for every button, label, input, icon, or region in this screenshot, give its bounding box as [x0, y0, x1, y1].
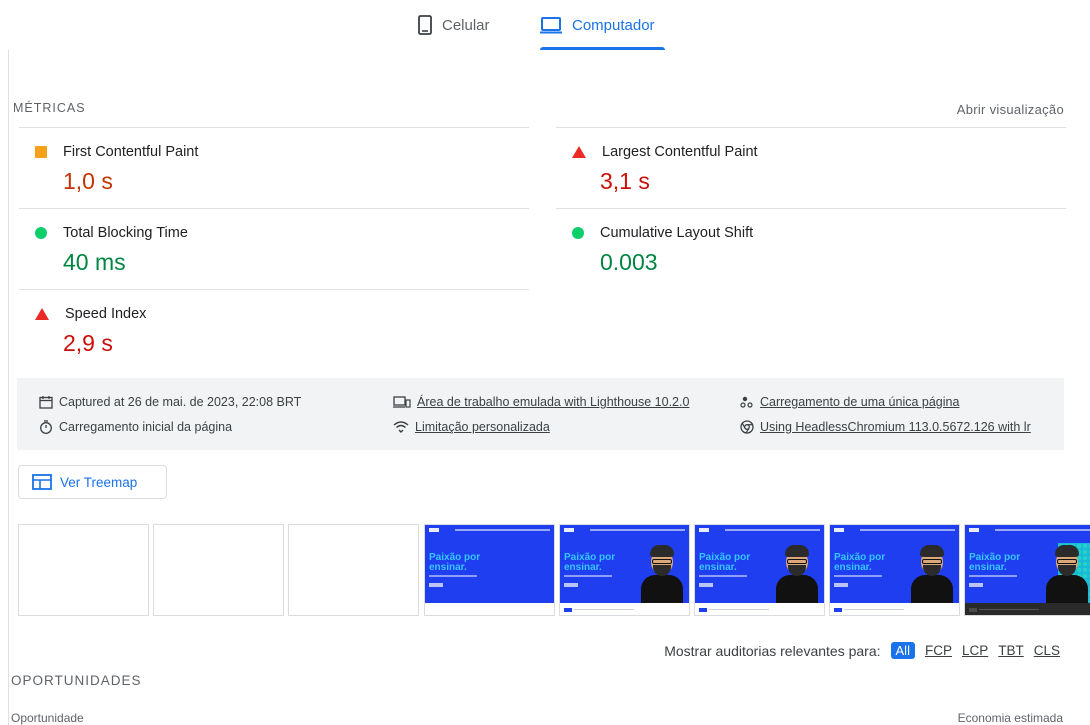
- metric-tbt-value: 40 ms: [63, 249, 126, 275]
- opportunities-heading: OPORTUNIDADES: [11, 673, 142, 688]
- frame-screenshot: Paixão por ensinar.: [560, 525, 689, 603]
- metric-lcp-value: 3,1 s: [600, 168, 650, 194]
- fail-triangle-icon: [572, 146, 586, 158]
- metric-tbt-name: Total Blocking Time: [63, 225, 188, 241]
- view-treemap-button[interactable]: Ver Treemap: [18, 465, 167, 499]
- emulated-device[interactable]: Área de trabalho emulada with Lighthouse…: [393, 395, 689, 409]
- person-photo: [911, 545, 953, 603]
- filmstrip-frame: [18, 524, 149, 616]
- pass-circle-icon: [35, 227, 47, 239]
- person-photo: [1046, 545, 1088, 603]
- chrome-icon: [740, 420, 754, 434]
- tab-desktop[interactable]: Computador: [540, 0, 665, 50]
- frame-screenshot: Paixão por ensinar.: [695, 525, 824, 603]
- filmstrip-frame: [153, 524, 284, 616]
- metric-cls: Cumulative Layout Shift 0.003: [556, 208, 1066, 290]
- audit-filter: Mostrar auditorias relevantes para: All …: [664, 642, 1060, 659]
- filter-lcp[interactable]: LCP: [962, 643, 988, 658]
- laptop-icon: [540, 17, 562, 34]
- tab-mobile-label: Celular: [442, 16, 490, 34]
- toggle-view-link[interactable]: Abrir visualização: [957, 102, 1064, 117]
- frame-screenshot: Paixão por ensinar.: [425, 525, 554, 603]
- metric-fcp-value: 1,0 s: [63, 168, 113, 194]
- fail-triangle-icon: [35, 308, 49, 320]
- runtime-settings: Captured at 26 de mai. de 2023, 22:08 BR…: [17, 378, 1064, 450]
- metric-cls-value: 0.003: [600, 249, 658, 275]
- frame-screenshot: Paixão por ensinar.: [830, 525, 959, 603]
- average-square-icon: [35, 146, 47, 158]
- frame-headline: Paixão por ensinar.: [834, 552, 886, 573]
- treemap-icon: [32, 474, 52, 490]
- person-photo: [641, 545, 683, 603]
- filmstrip-frame: Paixão por ensinar.: [424, 524, 555, 616]
- filter-label: Mostrar auditorias relevantes para:: [664, 642, 881, 659]
- browser-info[interactable]: Using HeadlessChromium 113.0.5672.126 wi…: [740, 420, 1031, 434]
- metric-fcp: First Contentful Paint 1,0 s: [19, 127, 529, 209]
- initial-load: Carregamento inicial da página: [39, 420, 232, 434]
- filmstrip-frame: Paixão por ensinar.: [694, 524, 825, 616]
- metric-si: Speed Index 2,9 s: [19, 289, 529, 371]
- frame-headline: Paixão por ensinar.: [564, 552, 616, 573]
- tab-desktop-label: Computador: [572, 16, 655, 34]
- filmstrip-frame: [288, 524, 419, 616]
- tab-mobile[interactable]: Celular: [418, 0, 490, 50]
- wifi-icon: [393, 421, 409, 433]
- phone-icon: [418, 15, 432, 35]
- throttling[interactable]: Limitação personalizada: [393, 420, 550, 434]
- metrics-heading: MÉTRICAS: [13, 101, 86, 115]
- metric-si-name: Speed Index: [65, 306, 147, 322]
- frame-headline: Paixão por ensinar.: [969, 552, 1021, 573]
- frame-headline: Paixão por ensinar.: [429, 552, 481, 573]
- metric-lcp-name: Largest Contentful Paint: [602, 144, 758, 160]
- filter-cls[interactable]: CLS: [1034, 643, 1060, 658]
- captured-time: Captured at 26 de mai. de 2023, 22:08 BR…: [39, 395, 301, 409]
- filter-all[interactable]: All: [890, 642, 915, 659]
- nodes-icon: [740, 396, 753, 408]
- single-page-load[interactable]: Carregamento de uma única página: [740, 395, 959, 409]
- person-photo: [776, 545, 818, 603]
- timer-icon: [40, 420, 52, 434]
- metric-cls-name: Cumulative Layout Shift: [600, 225, 754, 241]
- filmstrip-frame: Paixão por ensinar.: [964, 524, 1090, 616]
- column-opportunity: Oportunidade: [11, 711, 84, 725]
- metric-lcp: Largest Contentful Paint 3,1 s: [556, 127, 1066, 209]
- metric-fcp-name: First Contentful Paint: [63, 144, 199, 160]
- frame-headline: Paixão por ensinar.: [699, 552, 751, 573]
- filmstrip-frame: Paixão por ensinar.: [829, 524, 960, 616]
- metric-tbt: Total Blocking Time 40 ms: [19, 208, 529, 290]
- filmstrip-frame: Paixão por ensinar.: [559, 524, 690, 616]
- filter-tbt[interactable]: TBT: [998, 643, 1024, 658]
- report-panel: MÉTRICAS Abrir visualização First Conten…: [8, 50, 1090, 725]
- device-tabs: Celular Computador: [0, 0, 1090, 50]
- filter-fcp[interactable]: FCP: [925, 643, 952, 658]
- pass-circle-icon: [572, 227, 584, 239]
- calendar-icon: [39, 396, 53, 409]
- column-estimated-savings: Economia estimada: [957, 711, 1063, 725]
- lighthouse-report: Celular Computador MÉTRICAS Abrir visual…: [0, 0, 1090, 725]
- metric-si-value: 2,9 s: [63, 330, 113, 356]
- devices-icon: [393, 396, 411, 408]
- frame-screenshot: Paixão por ensinar.: [965, 525, 1090, 603]
